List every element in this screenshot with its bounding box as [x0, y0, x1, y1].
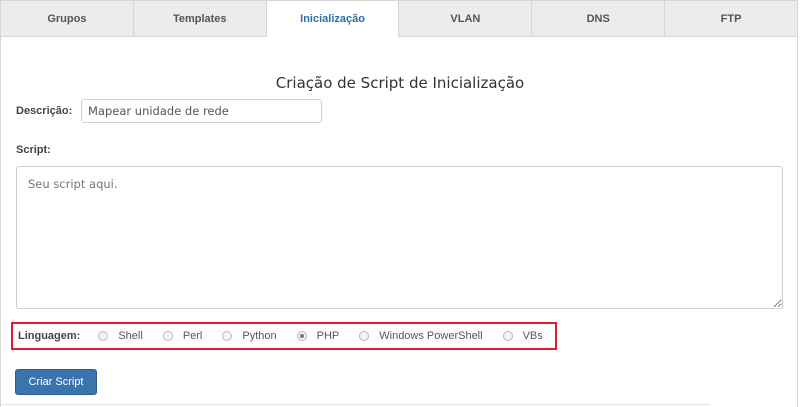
- script-textarea[interactable]: [16, 166, 783, 309]
- radio-option-label: Windows PowerShell: [379, 330, 483, 342]
- radio-option-label: Shell: [118, 330, 143, 342]
- language-selector: Linguagem: Shell Perl Python PHP Windows…: [11, 322, 557, 350]
- tab-grupos[interactable]: Grupos: [0, 0, 134, 36]
- description-label: Descrição:: [16, 105, 73, 117]
- tab-dns[interactable]: DNS: [531, 0, 666, 36]
- tab-templates[interactable]: Templates: [132, 0, 267, 36]
- language-label: Linguagem:: [18, 330, 81, 342]
- radio-option-python[interactable]: Python: [222, 330, 277, 342]
- radio-option-shell[interactable]: Shell: [98, 330, 143, 342]
- radio-option-perl[interactable]: Perl: [162, 330, 203, 342]
- create-script-button[interactable]: Criar Script: [15, 369, 97, 395]
- radio-button[interactable]: [502, 331, 513, 341]
- radio-option-windows-powershell[interactable]: Windows PowerShell: [359, 330, 483, 342]
- tab-inicializacao[interactable]: Inicialização: [265, 0, 400, 37]
- divider: [0, 404, 710, 405]
- radio-option-php[interactable]: PHP: [296, 330, 340, 342]
- radio-option-label: Perl: [182, 330, 203, 342]
- tab-ftp[interactable]: FTP: [664, 0, 798, 36]
- radio-button[interactable]: [162, 331, 173, 341]
- radio-option-label: VBs: [522, 330, 543, 342]
- tab-bar: Grupos Templates Inicialização VLAN DNS …: [0, 0, 798, 37]
- tab-vlan[interactable]: VLAN: [398, 0, 533, 36]
- page-title: Criação de Script de Inicialização: [275, 74, 525, 92]
- script-label: Script:: [16, 144, 51, 156]
- radio-option-label: Python: [242, 330, 277, 342]
- description-input[interactable]: [81, 99, 322, 123]
- radio-button-selected[interactable]: [296, 331, 307, 341]
- radio-option-vbs[interactable]: VBs: [502, 330, 543, 342]
- radio-button[interactable]: [359, 331, 370, 341]
- radio-button[interactable]: [222, 331, 233, 341]
- radio-option-label: PHP: [316, 330, 340, 342]
- radio-button[interactable]: [98, 331, 109, 341]
